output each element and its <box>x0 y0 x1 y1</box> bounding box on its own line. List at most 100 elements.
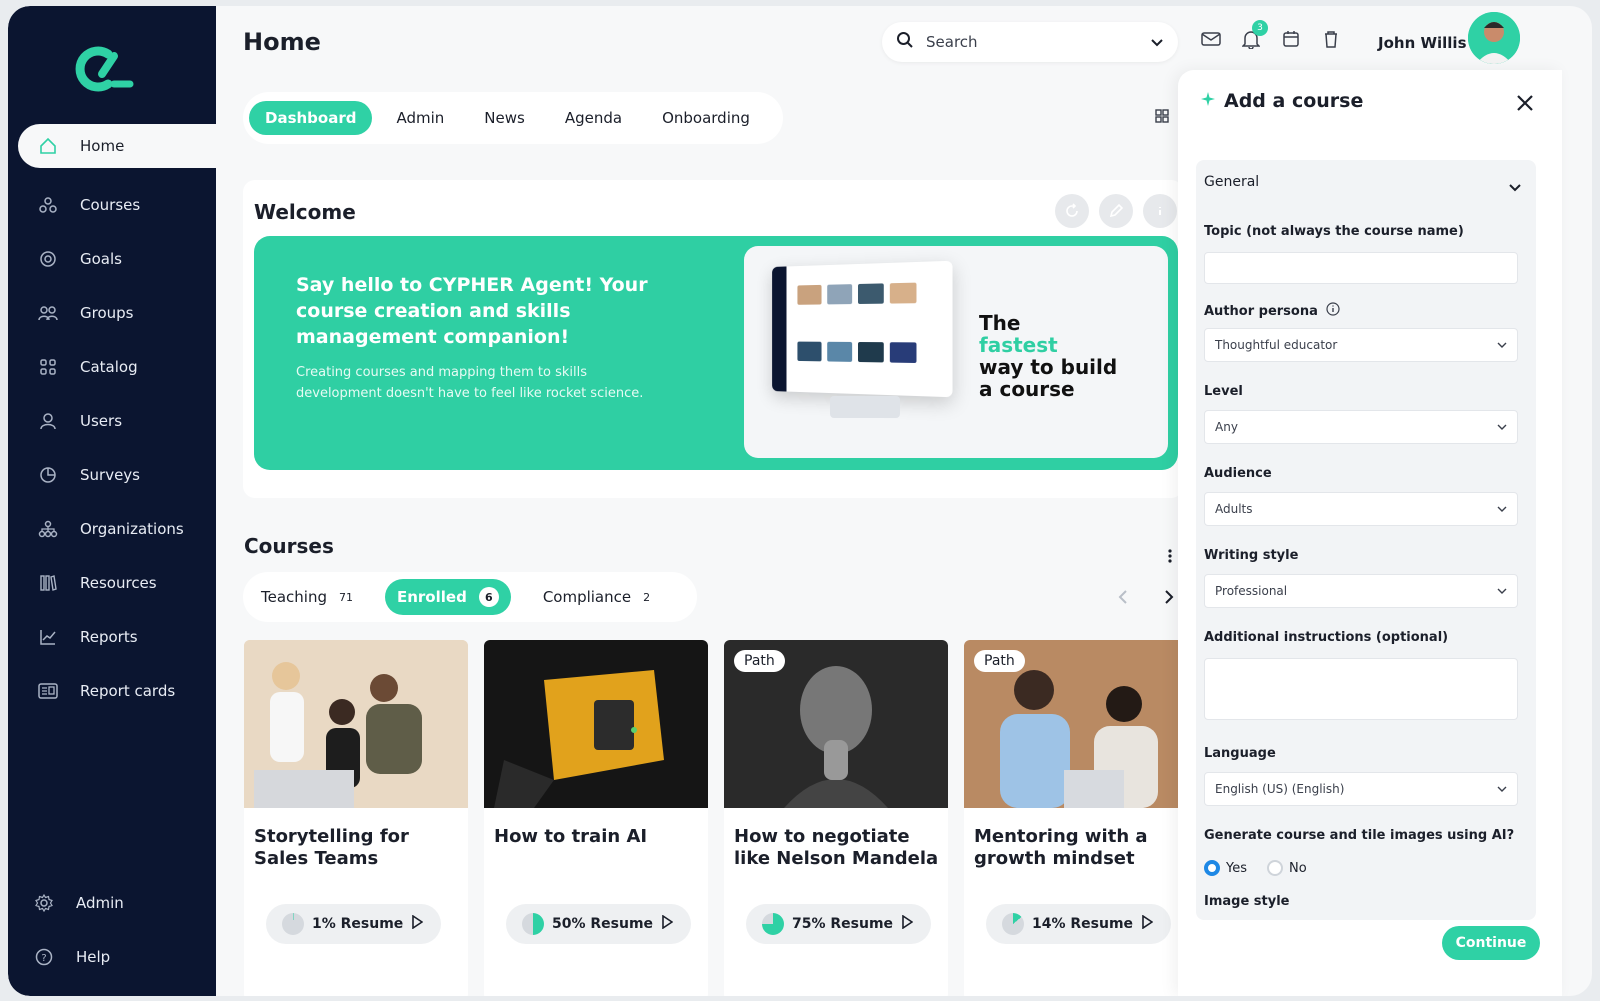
sparkle-icon <box>1200 90 1216 112</box>
sidebar-item-label: Catalog <box>80 358 138 376</box>
sidebar-item-catalog[interactable]: Catalog <box>8 340 216 394</box>
sidebar-item-courses[interactable]: Courses <box>8 178 216 232</box>
tab-admin[interactable]: Admin <box>380 101 460 135</box>
chevron-down-icon[interactable] <box>1508 178 1522 197</box>
sidebar-item-label: Resources <box>80 574 157 592</box>
calendar-icon[interactable] <box>1280 28 1302 50</box>
sidebar-item-help[interactable]: ? Help <box>8 930 216 984</box>
progress-pie <box>1002 913 1024 935</box>
tab-compliance[interactable]: Compliance 2 <box>531 580 662 614</box>
promo-tagline: The fastest way to build a course <box>979 312 1117 400</box>
catalog-icon <box>38 357 58 377</box>
report-cards-icon <box>38 681 58 701</box>
sidebar-item-organizations[interactable]: Organizations <box>8 502 216 556</box>
resume-button[interactable]: 50% Resume <box>506 904 692 944</box>
layout-grid-icon[interactable] <box>1148 102 1176 130</box>
chevron-down-icon[interactable] <box>1150 33 1164 52</box>
trash-icon[interactable] <box>1320 28 1342 50</box>
language-select[interactable]: English (US) (English) <box>1204 772 1518 806</box>
radio-yes[interactable]: Yes <box>1204 860 1247 876</box>
radio-no[interactable]: No <box>1267 860 1307 876</box>
chevron-left-icon[interactable] <box>1112 586 1134 608</box>
topic-label: Topic (not always the course name) <box>1204 224 1464 239</box>
section-title[interactable]: General <box>1204 174 1259 190</box>
sidebar-item-label: Groups <box>80 304 134 322</box>
course-image <box>484 640 708 808</box>
sidebar-item-admin[interactable]: Admin <box>8 876 216 930</box>
tab-agenda[interactable]: Agenda <box>549 101 638 135</box>
course-title: How to negotiate like Nelson Mandela <box>734 826 939 869</box>
info-icon[interactable] <box>1326 302 1340 320</box>
resume-button[interactable]: 1% Resume <box>266 904 442 944</box>
tab-onboarding[interactable]: Onboarding <box>646 101 766 135</box>
welcome-widget: Welcome Say hello to CYPHER Agent! Your … <box>243 180 1183 498</box>
tab-teaching[interactable]: Teaching 71 <box>249 580 365 614</box>
course-card[interactable]: Path Mentoring with a growth mindset 14%… <box>964 640 1184 996</box>
sidebar-item-label: Report cards <box>80 682 176 700</box>
refresh-icon[interactable] <box>1055 194 1089 228</box>
close-icon[interactable] <box>1510 88 1540 118</box>
sidebar-item-groups[interactable]: Groups <box>8 286 216 340</box>
play-icon <box>411 914 424 933</box>
sidebar-nav: Home Courses Goals Groups Catalog Users <box>8 124 216 718</box>
level-select[interactable]: Any <box>1204 410 1518 444</box>
course-title: How to train AI <box>494 826 648 847</box>
resume-button[interactable]: 75% Resume <box>746 904 932 944</box>
surveys-icon <box>38 465 58 485</box>
language-value: English (US) (English) <box>1215 782 1345 796</box>
search-input[interactable]: Search <box>926 33 1150 51</box>
course-image: Path <box>724 640 948 808</box>
course-cards: Storytelling for Sales Teams 1% Resume H… <box>244 640 1184 996</box>
sidebar-item-goals[interactable]: Goals <box>8 232 216 286</box>
course-card[interactable]: Path How to negotiate like Nelson Mandel… <box>724 640 948 996</box>
avatar[interactable] <box>1468 12 1520 64</box>
continue-button[interactable]: Continue <box>1442 926 1540 960</box>
course-title: Storytelling for Sales Teams <box>254 826 409 869</box>
monitor-illustration <box>772 260 953 398</box>
tab-dashboard[interactable]: Dashboard <box>249 101 373 135</box>
audience-label: Audience <box>1204 466 1272 481</box>
chevron-right-icon[interactable] <box>1158 586 1180 608</box>
tagline-line-3: a course <box>979 377 1075 401</box>
instructions-textarea[interactable] <box>1204 658 1518 720</box>
resume-button[interactable]: 14% Resume <box>986 904 1172 944</box>
panel-title: Add a course <box>1224 90 1364 112</box>
topic-input[interactable] <box>1204 252 1518 284</box>
card-meta <box>734 970 938 990</box>
sidebar-item-reports[interactable]: Reports <box>8 610 216 664</box>
sidebar-item-surveys[interactable]: Surveys <box>8 448 216 502</box>
tab-news[interactable]: News <box>468 101 541 135</box>
search-bar[interactable]: Search <box>882 22 1178 62</box>
progress-pie <box>762 913 784 935</box>
sidebar-item-report-cards[interactable]: Report cards <box>8 664 216 718</box>
writing-style-select[interactable]: Professional <box>1204 574 1518 608</box>
tab-enrolled[interactable]: Enrolled 6 <box>384 579 511 615</box>
bell-icon[interactable]: 3 <box>1240 20 1268 50</box>
path-badge: Path <box>734 650 785 672</box>
sidebar-item-label: Courses <box>80 196 141 214</box>
app-window: Home Courses Goals Groups Catalog Users <box>8 6 1592 996</box>
mail-icon[interactable] <box>1200 28 1222 50</box>
tab-count: 2 <box>643 590 651 604</box>
level-value: Any <box>1215 420 1238 434</box>
info-icon[interactable] <box>1143 194 1177 228</box>
cypher-logo[interactable] <box>74 46 136 92</box>
header-icons: 3 <box>1200 20 1342 50</box>
sidebar-item-home[interactable]: Home <box>18 124 216 168</box>
audience-select[interactable]: Adults <box>1204 492 1518 526</box>
user-name[interactable]: John Willis <box>1378 34 1467 52</box>
sidebar-item-resources[interactable]: Resources <box>8 556 216 610</box>
sidebar-item-label: Home <box>80 137 125 155</box>
course-card[interactable]: How to train AI 50% Resume <box>484 640 708 996</box>
persona-select[interactable]: Thoughtful educator <box>1204 328 1518 362</box>
progress-pie <box>522 913 544 935</box>
edit-icon[interactable] <box>1099 194 1133 228</box>
users-icon <box>38 411 58 431</box>
more-vertical-icon[interactable] <box>1162 546 1178 566</box>
sidebar-item-users[interactable]: Users <box>8 394 216 448</box>
welcome-title: Welcome <box>254 200 356 224</box>
page-title: Home <box>243 28 321 56</box>
welcome-banner[interactable]: Say hello to CYPHER Agent! Your course c… <box>254 236 1178 470</box>
sidebar-item-label: Users <box>80 412 123 430</box>
course-card[interactable]: Storytelling for Sales Teams 1% Resume <box>244 640 468 996</box>
